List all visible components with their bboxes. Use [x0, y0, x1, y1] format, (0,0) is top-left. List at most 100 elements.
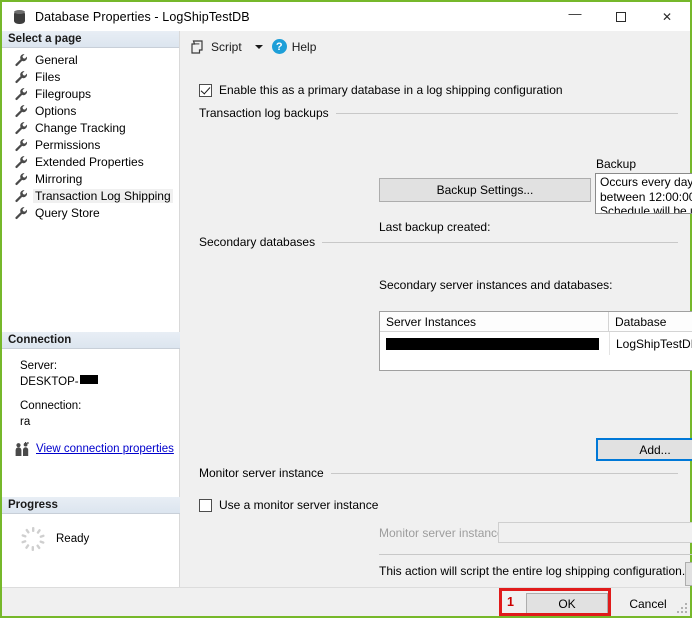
monitor-instance-label: Monitor server instance [379, 526, 504, 540]
database-properties-window: Database Properties - LogShipTestDB — ✕ … [0, 0, 692, 618]
wrench-icon [14, 189, 28, 203]
sidebar-item-filegroups[interactable]: Filegroups [2, 85, 179, 102]
wrench-icon [14, 206, 28, 220]
script-configuration-button[interactable]: Script Configuration [685, 562, 692, 586]
chevron-down-icon[interactable] [255, 45, 263, 49]
close-icon[interactable]: ✕ [644, 2, 690, 31]
wrench-icon [14, 53, 28, 67]
cell-database[interactable]: LogShipTestDB [609, 332, 692, 355]
progress-header: Progress [2, 497, 180, 514]
group-divider [331, 473, 678, 474]
minimize-icon[interactable]: — [552, 2, 598, 31]
wrench-icon [14, 121, 28, 135]
backup-settings-button[interactable]: Backup Settings... [379, 178, 591, 202]
redaction-bar [386, 338, 599, 350]
script-label: Script [211, 40, 242, 54]
progress-body: Ready [2, 514, 180, 552]
left-pane: Select a page General Files Filegroups O… [2, 31, 180, 587]
database-icon [11, 9, 27, 25]
sidebar-item-permissions[interactable]: Permissions [2, 136, 179, 153]
monitor-server-instance-group: Monitor server instance [181, 466, 690, 480]
wrench-icon [14, 155, 28, 169]
resize-grip-icon[interactable] [677, 603, 687, 613]
sidebar-item-label: Extended Properties [33, 155, 146, 169]
sidebar-item-files[interactable]: Files [2, 68, 179, 85]
script-button[interactable]: Script [190, 39, 242, 55]
wrench-icon [14, 87, 28, 101]
secondary-databases-title: Secondary databases [199, 235, 315, 249]
sidebar-item-label: Files [33, 70, 62, 84]
table-header-row: Server Instances Database I... [380, 312, 692, 332]
monitor-instance-input [498, 522, 692, 543]
people-icon [14, 442, 31, 457]
redaction-bar [80, 375, 98, 384]
sidebar-item-label: Filegroups [33, 87, 93, 101]
wrench-icon [14, 172, 28, 186]
sidebar-item-extended-properties[interactable]: Extended Properties [2, 153, 179, 170]
sidebar-item-query-store[interactable]: Query Store [2, 204, 179, 221]
cell-server-instance[interactable] [380, 332, 609, 355]
sidebar-item-options[interactable]: Options [2, 102, 179, 119]
footer-bar: OK Cancel [2, 587, 690, 616]
backup-schedule-box[interactable]: Occurs every day every 5 minute(s) betwe… [595, 173, 692, 214]
maximize-glyph [616, 12, 626, 22]
enable-primary-checkbox-row[interactable]: Enable this as a primary database in a l… [181, 83, 690, 97]
group-divider [322, 242, 678, 243]
use-monitor-checkbox[interactable] [199, 499, 212, 512]
sidebar-page-list: General Files Filegroups Options Change … [2, 48, 179, 221]
script-note-text: This action will script the entire log s… [379, 564, 685, 578]
enable-primary-label: Enable this as a primary database in a l… [219, 83, 563, 97]
sidebar-item-label: Query Store [33, 206, 102, 220]
transaction-log-backups-title: Transaction log backups [199, 106, 329, 120]
use-monitor-label: Use a monitor server instance [219, 498, 378, 512]
connection-header: Connection [2, 332, 180, 349]
right-pane: Script ? Help Enable this as a primary d… [181, 31, 690, 587]
monitor-server-instance-title: Monitor server instance [199, 466, 324, 480]
column-header-server-instances[interactable]: Server Instances [380, 312, 609, 332]
content-area: Enable this as a primary database in a l… [181, 83, 690, 120]
sidebar-item-label: Mirroring [33, 172, 84, 186]
sidebar-item-change-tracking[interactable]: Change Tracking [2, 119, 179, 136]
add-button[interactable]: Add... [596, 438, 692, 461]
ok-button[interactable]: OK [526, 593, 608, 614]
secondary-databases-table[interactable]: Server Instances Database I... LogShipTe… [379, 311, 692, 371]
view-connection-properties-row[interactable]: View connection properties [14, 442, 180, 457]
section-divider [379, 554, 692, 555]
connection-label: Connection: [20, 399, 180, 414]
last-backup-created-label: Last backup created: [379, 220, 490, 234]
title-bar: Database Properties - LogShipTestDB — ✕ [2, 2, 690, 31]
window-title: Database Properties - LogShipTestDB [35, 10, 250, 24]
script-icon [190, 39, 206, 55]
toolbar: Script ? Help [181, 31, 690, 62]
server-label: Server: [20, 359, 180, 374]
server-value-row: DESKTOP- [20, 375, 180, 390]
wrench-icon [14, 138, 28, 152]
progress-spinner-icon [20, 526, 46, 552]
sidebar-item-label: Options [33, 104, 78, 118]
help-button[interactable]: ? Help [272, 39, 317, 54]
close-glyph: ✕ [662, 11, 672, 23]
secondary-databases-group: Secondary databases [181, 235, 690, 249]
maximize-icon[interactable] [598, 2, 644, 31]
backup-schedule-text: Occurs every day every 5 minute(s) betwe… [596, 174, 692, 213]
sidebar-item-transaction-log-shipping[interactable]: Transaction Log Shipping [2, 187, 179, 204]
column-header-database[interactable]: Database [609, 312, 692, 332]
help-label: Help [292, 40, 317, 54]
sidebar-item-mirroring[interactable]: Mirroring [2, 170, 179, 187]
view-connection-properties-link[interactable]: View connection properties [36, 442, 174, 457]
enable-primary-checkbox[interactable] [199, 84, 212, 97]
wrench-icon [14, 104, 28, 118]
sidebar-item-general[interactable]: General [2, 51, 179, 68]
use-monitor-checkbox-row[interactable]: Use a monitor server instance [181, 498, 378, 512]
secondary-instances-label: Secondary server instances and databases… [379, 278, 612, 292]
annotation-step-number: 1 [507, 595, 514, 609]
select-a-page-header: Select a page [2, 31, 179, 48]
cancel-button[interactable]: Cancel [613, 593, 683, 614]
transaction-log-backups-group: Transaction log backups [181, 106, 690, 120]
connection-body: Server: DESKTOP- Connection: ra [2, 349, 180, 457]
table-row[interactable]: LogShipTestDB ... [380, 332, 692, 355]
progress-status: Ready [56, 533, 89, 545]
minimize-glyph: — [569, 7, 582, 20]
connection-section: Connection Server: DESKTOP- Connection: … [2, 332, 180, 457]
wrench-icon [14, 70, 28, 84]
